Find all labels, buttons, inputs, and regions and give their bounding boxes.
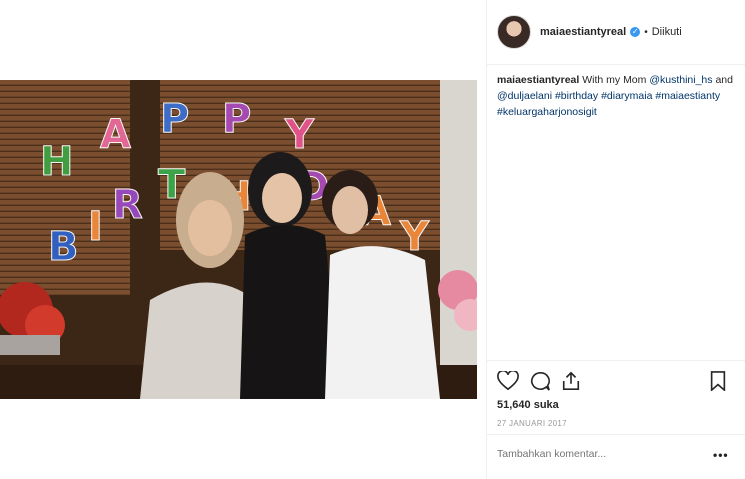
balloon-H: H [40, 139, 73, 185]
post-photo[interactable]: H A P P Y B I R T H D A Y [0, 80, 477, 399]
more-options-icon[interactable]: ••• [713, 448, 729, 462]
hashtag-link[interactable]: #birthday [555, 90, 598, 102]
bookmark-icon[interactable] [709, 371, 727, 391]
avatar[interactable] [497, 15, 531, 49]
post-modal: H A P P Y B I R T H D A Y [0, 0, 745, 479]
like-count[interactable]: 51,640 suka [497, 399, 559, 411]
hashtag-link[interactable]: #diarymaia [601, 90, 652, 102]
post-sidebar: maiaestiantyreal ✓ • Diikuti maiaestiant… [486, 0, 745, 479]
comment-icon[interactable] [529, 371, 551, 391]
mention-link[interactable]: @duljaelani [497, 90, 552, 102]
verified-icon: ✓ [630, 27, 641, 37]
hashtag-link[interactable]: #maiaestianty [655, 90, 720, 102]
balloon-B: B [48, 224, 79, 270]
balloon-P2: P [222, 96, 251, 142]
balloon-I: I [88, 204, 103, 250]
divider [487, 360, 745, 361]
comment-input[interactable] [497, 448, 697, 460]
post-header: maiaestiantyreal ✓ • Diikuti [497, 14, 737, 50]
share-icon[interactable] [561, 371, 581, 391]
hashtag-link[interactable]: #keluargaharjonosigit [497, 106, 597, 118]
balloon-Y1: Y [284, 112, 315, 158]
balloon-A: A [100, 112, 131, 158]
divider [487, 434, 745, 435]
header-username[interactable]: maiaestiantyreal [540, 26, 626, 38]
balloon-R: R [112, 182, 143, 228]
balloon-P1: P [160, 96, 189, 142]
mention-link[interactable]: @kusthini_hs [649, 74, 712, 86]
follow-status-button[interactable]: Diikuti [652, 26, 682, 38]
caption-username[interactable]: maiaestiantyreal [497, 74, 579, 86]
heart-icon[interactable] [497, 371, 519, 391]
photo-illustration: H A P P Y B I R T H D A Y [0, 80, 477, 399]
header-separator: • [644, 26, 648, 38]
caption: maiaestiantyreal With my Mom @kusthini_h… [497, 72, 733, 120]
divider [487, 64, 745, 65]
caption-text: and [715, 74, 733, 86]
caption-text: With my Mom [582, 74, 647, 86]
action-bar [497, 371, 733, 395]
post-date: 27 JANUARI 2017 [497, 419, 567, 428]
